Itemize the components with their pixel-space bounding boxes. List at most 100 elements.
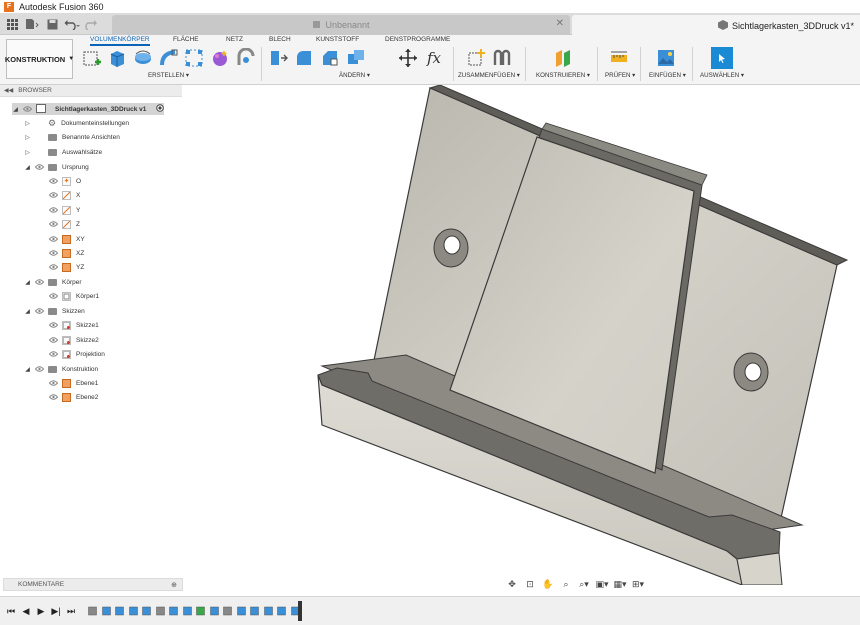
model-body[interactable] [182,84,860,586]
group-zusammenfuegen[interactable]: ZUSAMMENFÜGEN ▾ [458,72,520,79]
visibility-eye-icon[interactable] [34,163,44,171]
pan-icon[interactable]: ✋ [541,579,555,591]
group-pruefen[interactable]: PRÜFEN ▾ [605,72,635,79]
visibility-eye-icon[interactable] [48,292,58,300]
group-auswaehlen[interactable]: AUSWÄHLEN ▾ [700,72,744,79]
new-component-icon[interactable] [466,48,486,68]
file-icon[interactable] [24,16,40,32]
display-settings-icon[interactable]: ▣▾ [595,579,609,591]
timeline-marker[interactable] [298,601,302,621]
loft-icon[interactable] [184,48,204,68]
expand-toggle-icon[interactable]: ◢ [24,279,31,286]
browser-tree-item[interactable]: XZ [38,247,84,259]
timeline-feature-icon[interactable] [277,605,286,616]
measure-icon[interactable] [609,48,629,68]
browser-tree-item[interactable]: ◢ Sichtlagerkasten_3DDruck v1 [12,103,165,115]
visibility-eye-icon[interactable] [48,350,58,358]
timeline-feature-icon[interactable] [196,605,205,616]
grid-settings-icon[interactable]: ▦▾ [613,579,627,591]
visibility-eye-icon[interactable] [48,235,58,243]
hole-icon[interactable] [236,48,256,68]
combine-icon[interactable] [346,48,366,68]
sweep-icon[interactable] [159,48,179,68]
browser-tree-item[interactable]: YZ [38,261,84,273]
step-forward-icon[interactable]: ▶| [50,605,62,617]
tab-netz[interactable]: NETZ [226,36,243,43]
visibility-eye-icon[interactable] [48,263,58,271]
grid-icon[interactable] [4,16,20,32]
timeline-feature-icon[interactable] [223,605,232,616]
browser-tree-item[interactable]: X [38,189,80,201]
tab-dienstprogramme[interactable]: DENSTPROGRAMME [385,36,450,43]
expand-toggle-icon[interactable]: ◢ [24,164,31,171]
browser-tree-item[interactable]: ◢ Skizzen [24,305,85,317]
revolve-icon[interactable] [133,48,153,68]
close-icon[interactable]: ✕ [556,18,564,29]
undo-icon[interactable] [64,16,80,32]
visibility-eye-icon[interactable] [48,336,58,344]
visibility-eye-icon[interactable] [48,249,58,257]
timeline-feature-icon[interactable] [128,605,138,616]
timeline-feature-icon[interactable] [169,605,178,616]
comments-panel[interactable]: KOMMENTARE ⊕ [3,578,183,591]
visibility-eye-icon[interactable] [48,220,58,228]
visibility-eye-icon[interactable] [34,365,44,373]
move-icon[interactable] [398,48,418,68]
visibility-eye-icon[interactable] [48,177,58,185]
look-at-icon[interactable]: ⊡ [523,579,537,591]
zoom-window-icon[interactable]: ⌕ [559,579,573,591]
workspace-switcher[interactable]: KONSTRUKTION ▼ [5,39,74,79]
joint-icon[interactable] [492,48,512,68]
orbit-icon[interactable]: ✥ [505,579,519,591]
browser-tree-item[interactable]: ✦ O [38,175,81,187]
insert-image-icon[interactable] [656,48,676,68]
select-icon[interactable] [711,47,733,69]
extrude-icon[interactable] [107,48,127,68]
tab-kunststoff[interactable]: KUNSTSTOFF [316,36,359,43]
visibility-eye-icon[interactable] [48,321,58,329]
browser-tree-item[interactable]: XY [38,233,85,245]
browser-tree-item[interactable]: Körper1 [38,290,99,302]
browser-tree-item[interactable]: Skizze2 [38,334,99,346]
browser-tree-item[interactable]: ▷ Benannte Ansichten [24,131,120,143]
redo-icon[interactable] [84,16,100,32]
parameters-icon[interactable]: fx [424,48,444,68]
browser-tree-item[interactable]: Skizze1 [38,319,99,331]
fillet-icon[interactable] [294,48,314,68]
group-konstruieren[interactable]: KONSTRUIEREN ▾ [536,72,590,79]
expand-toggle-icon[interactable]: ▷ [24,134,31,141]
create-sketch-icon[interactable] [82,48,102,68]
browser-tree-item[interactable]: ◢ Körper [24,276,82,288]
timeline-feature-icon[interactable] [263,605,273,616]
visibility-eye-icon[interactable] [48,206,58,214]
form-icon[interactable] [210,48,230,68]
tab-blech[interactable]: BLECH [269,36,291,43]
visibility-eye-icon[interactable] [48,393,58,401]
timeline-feature-icon[interactable] [142,605,151,616]
browser-tree-item[interactable]: Y [38,204,80,216]
offset-plane-icon[interactable] [553,48,573,68]
viewports-icon[interactable]: ⊞▾ [631,579,645,591]
visibility-eye-icon[interactable] [34,307,44,315]
timeline-feature-icon[interactable] [236,605,246,616]
timeline-feature-icon[interactable] [101,605,111,616]
step-back-icon[interactable]: ◀ [20,605,32,617]
browser-tree-item[interactable]: Z [38,218,80,230]
visibility-eye-icon[interactable] [48,379,58,387]
tab-volumenkoerper[interactable]: VOLUMENKÖRPER [90,36,150,46]
timeline-feature-icon[interactable] [250,605,259,616]
expand-toggle-icon[interactable]: ◢ [24,366,31,373]
go-to-end-icon[interactable]: ⏭ [65,605,77,617]
zoom-icon[interactable]: ⌕▾ [577,579,591,591]
go-to-start-icon[interactable]: ⏮ [5,605,17,617]
expand-toggle-icon[interactable]: ▷ [24,120,31,127]
collapse-panel-icon[interactable]: ◀◀ [4,87,13,94]
browser-tree-item[interactable]: ◢ Ursprung [24,161,89,173]
tab-active-document[interactable]: Sichtlagerkasten_3DDruck v1* [572,15,860,36]
browser-tree-item[interactable]: ▷ ⚙ Dokumenteinstellungen [24,117,129,129]
timeline-feature-icon[interactable] [88,605,97,616]
visibility-eye-icon[interactable] [48,191,58,199]
group-einfuegen[interactable]: EINFÜGEN ▾ [649,72,686,79]
visibility-eye-icon[interactable] [22,105,32,113]
browser-tree-item[interactable]: ◢ Konstruktion [24,363,98,375]
